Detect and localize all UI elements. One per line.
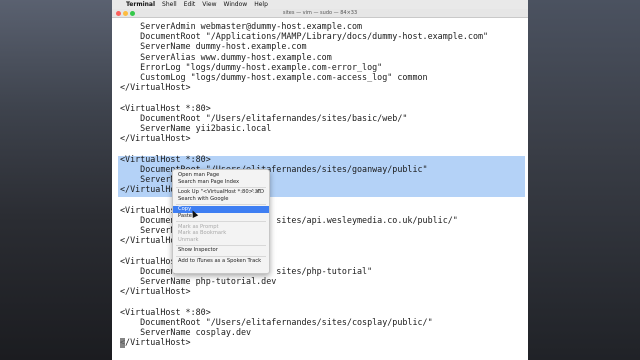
context-menu-item[interactable]: Paste (173, 213, 269, 220)
menu-separator (176, 186, 266, 188)
context-menu: Open man Page Search man Page Index Look U… (172, 169, 270, 274)
menu-view[interactable]: View (202, 0, 216, 9)
terminal-line: DocumentRoot "/Users/elitafernandes/site… (120, 316, 433, 327)
text-cursor (120, 338, 125, 348)
menu-terminal[interactable]: Terminal (126, 0, 155, 9)
terminal-line: ServerName cosplay.dev (120, 327, 252, 337)
terminal-line: </VirtualHost> (120, 133, 191, 144)
terminal-line: DocumentRoot "/Users/elitafernandes/site… (120, 112, 408, 123)
terminal-line: DocumentRoot "/Applications/MAMP/Library… (120, 31, 489, 42)
menu-edit[interactable]: Edit (184, 0, 196, 9)
terminal-line: </VirtualHost> (120, 286, 191, 297)
context-menu-item-label: Unmark (178, 236, 199, 243)
menu-separator (176, 244, 266, 246)
menu-help[interactable]: Help (254, 0, 268, 9)
context-menu-item-label: Mark as Bookmark (178, 230, 227, 237)
menu-shell[interactable]: Shell (162, 0, 177, 9)
desktop-wallpaper-left (0, 0, 112, 360)
terminal-line: CustomLog "logs/dummy-host.example.com-a… (120, 72, 428, 82)
context-menu-item-label: Add to iTunes as a Spoken Track (178, 258, 262, 264)
terminal-line: </VirtualHost> (120, 337, 191, 348)
context-menu-item-label: Mark as Prompt (178, 223, 219, 230)
context-menu-item: Unmark (173, 237, 269, 244)
context-menu-item-label: Open man Page (178, 172, 220, 178)
terminal-line: ServerName php-tutorial.dev (120, 276, 277, 286)
context-menu-item-label: Search with Google (178, 195, 229, 202)
context-menu-item[interactable]: Search man Page Index (173, 179, 269, 186)
desktop: Terminal Shell Edit View Window Help sit… (0, 0, 640, 360)
context-menu-item[interactable]: Show Inspector (173, 247, 269, 254)
terminal-line: ServerAdmin webmaster@dummy-host.example… (120, 21, 363, 31)
terminal-line: <VirtualHost *:80> (120, 153, 211, 164)
terminal-line: </VirtualHost> (120, 82, 191, 93)
terminal-line: ServerName yii2basic.local (120, 123, 272, 133)
terminal-line: <VirtualHost *:80> (120, 306, 211, 317)
terminal-line: ServerName dummy-host.example.com (120, 41, 307, 52)
desktop-wallpaper-right (528, 0, 640, 360)
context-menu-item-label: Show Inspector (178, 247, 218, 254)
terminal-line: DocumentRoot "/Users/elitafernandes/site… (120, 163, 428, 174)
context-menu-item[interactable]: Search with Google (173, 196, 269, 203)
terminal-line: Documen sites/api.wesleymedia.co.uk/publ… (120, 214, 458, 225)
terminal-line: ServerAlias www.dummy-host.example.com (120, 51, 332, 62)
menu-separator (176, 221, 266, 223)
terminal-line: <VirtualHost *:80> (120, 102, 211, 113)
menu-separator (176, 203, 266, 205)
window-titlebar[interactable]: sites — vim — sudo — 84×33 (112, 9, 528, 18)
window-title: sites — vim — sudo — 84×33 (282, 10, 358, 16)
terminal-line: ErrorLog "logs/dummy-host.example.com-er… (120, 61, 383, 72)
context-menu-item-label: Search man Page Index (178, 178, 240, 185)
context-menu-item-label: Look Up "<VirtualHost *:80>…" (178, 189, 261, 196)
menu-window[interactable]: Window (224, 0, 248, 9)
context-menu-item[interactable]: Add to iTunes as a Spoken Track (173, 258, 269, 265)
menu-separator (176, 255, 266, 257)
